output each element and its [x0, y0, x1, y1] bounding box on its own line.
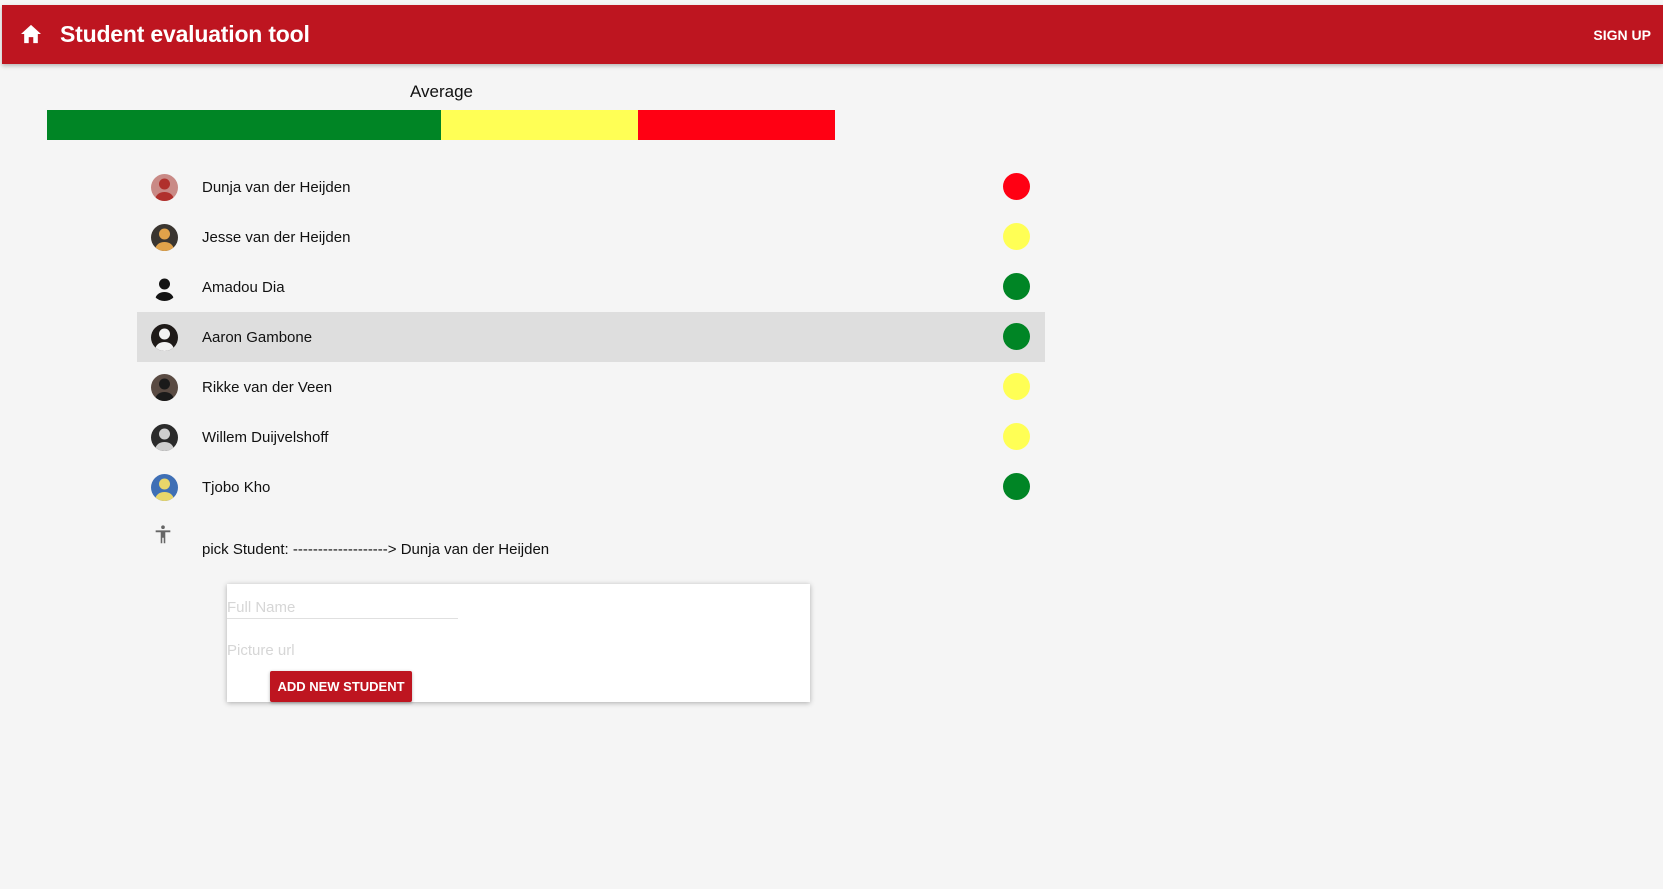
status-dot — [1003, 173, 1030, 200]
avatar — [151, 424, 178, 451]
status-dot — [1003, 423, 1030, 450]
student-row[interactable]: Rikke van der Veen — [137, 362, 1045, 412]
accessibility-icon — [155, 525, 171, 544]
pick-student-text: pick Student: -------------------> Dunja… — [202, 541, 550, 558]
student-name: Amadou Dia — [202, 279, 285, 296]
status-dot — [1003, 373, 1030, 400]
avatar — [151, 274, 178, 301]
avatar — [151, 474, 178, 501]
student-row[interactable]: Willem Duijvelshoff — [137, 412, 1045, 462]
student-name: Tjobo Kho — [202, 479, 271, 496]
app-bar: Student evaluation tool SIGN UP — [2, 5, 1663, 64]
avatar — [151, 174, 178, 201]
student-name: Aaron Gambone — [202, 329, 313, 346]
pick-student-row — [152, 524, 174, 546]
average-bar — [47, 110, 835, 140]
student-name: Willem Duijvelshoff — [202, 429, 329, 446]
avatar — [151, 374, 178, 401]
student-row[interactable]: Tjobo Kho — [137, 462, 1045, 512]
add-student-form: ADD NEW STUDENT — [227, 584, 810, 702]
student-row[interactable]: Aaron Gambone — [137, 312, 1045, 362]
status-dot — [1003, 473, 1030, 500]
average-segment-2 — [638, 110, 835, 140]
home-icon — [21, 24, 41, 44]
average-label: Average — [410, 82, 474, 101]
average-segment-1 — [441, 110, 638, 140]
status-dot — [1003, 323, 1030, 350]
student-name: Jesse van der Heijden — [202, 229, 351, 246]
student-list: Dunja van der Heijden Jesse van der Heijd… — [137, 162, 1045, 512]
picture-url-input[interactable] — [227, 639, 458, 661]
average-segment-0 — [47, 110, 441, 140]
student-row[interactable]: Amadou Dia — [137, 262, 1045, 312]
student-name: Rikke van der Veen — [202, 379, 333, 396]
sign-up-button[interactable]: SIGN UP — [1593, 27, 1651, 43]
avatar — [151, 224, 178, 251]
status-dot — [1003, 273, 1030, 300]
student-name: Dunja van der Heijden — [202, 179, 351, 196]
student-row[interactable]: Dunja van der Heijden — [137, 162, 1045, 212]
student-row[interactable]: Jesse van der Heijden — [137, 212, 1045, 262]
full-name-input[interactable] — [227, 596, 458, 619]
avatar — [151, 324, 178, 351]
home-button[interactable] — [18, 21, 44, 47]
status-dot — [1003, 223, 1030, 250]
app-title: Student evaluation tool — [60, 21, 310, 47]
add-new-student-button[interactable]: ADD NEW STUDENT — [270, 671, 412, 702]
